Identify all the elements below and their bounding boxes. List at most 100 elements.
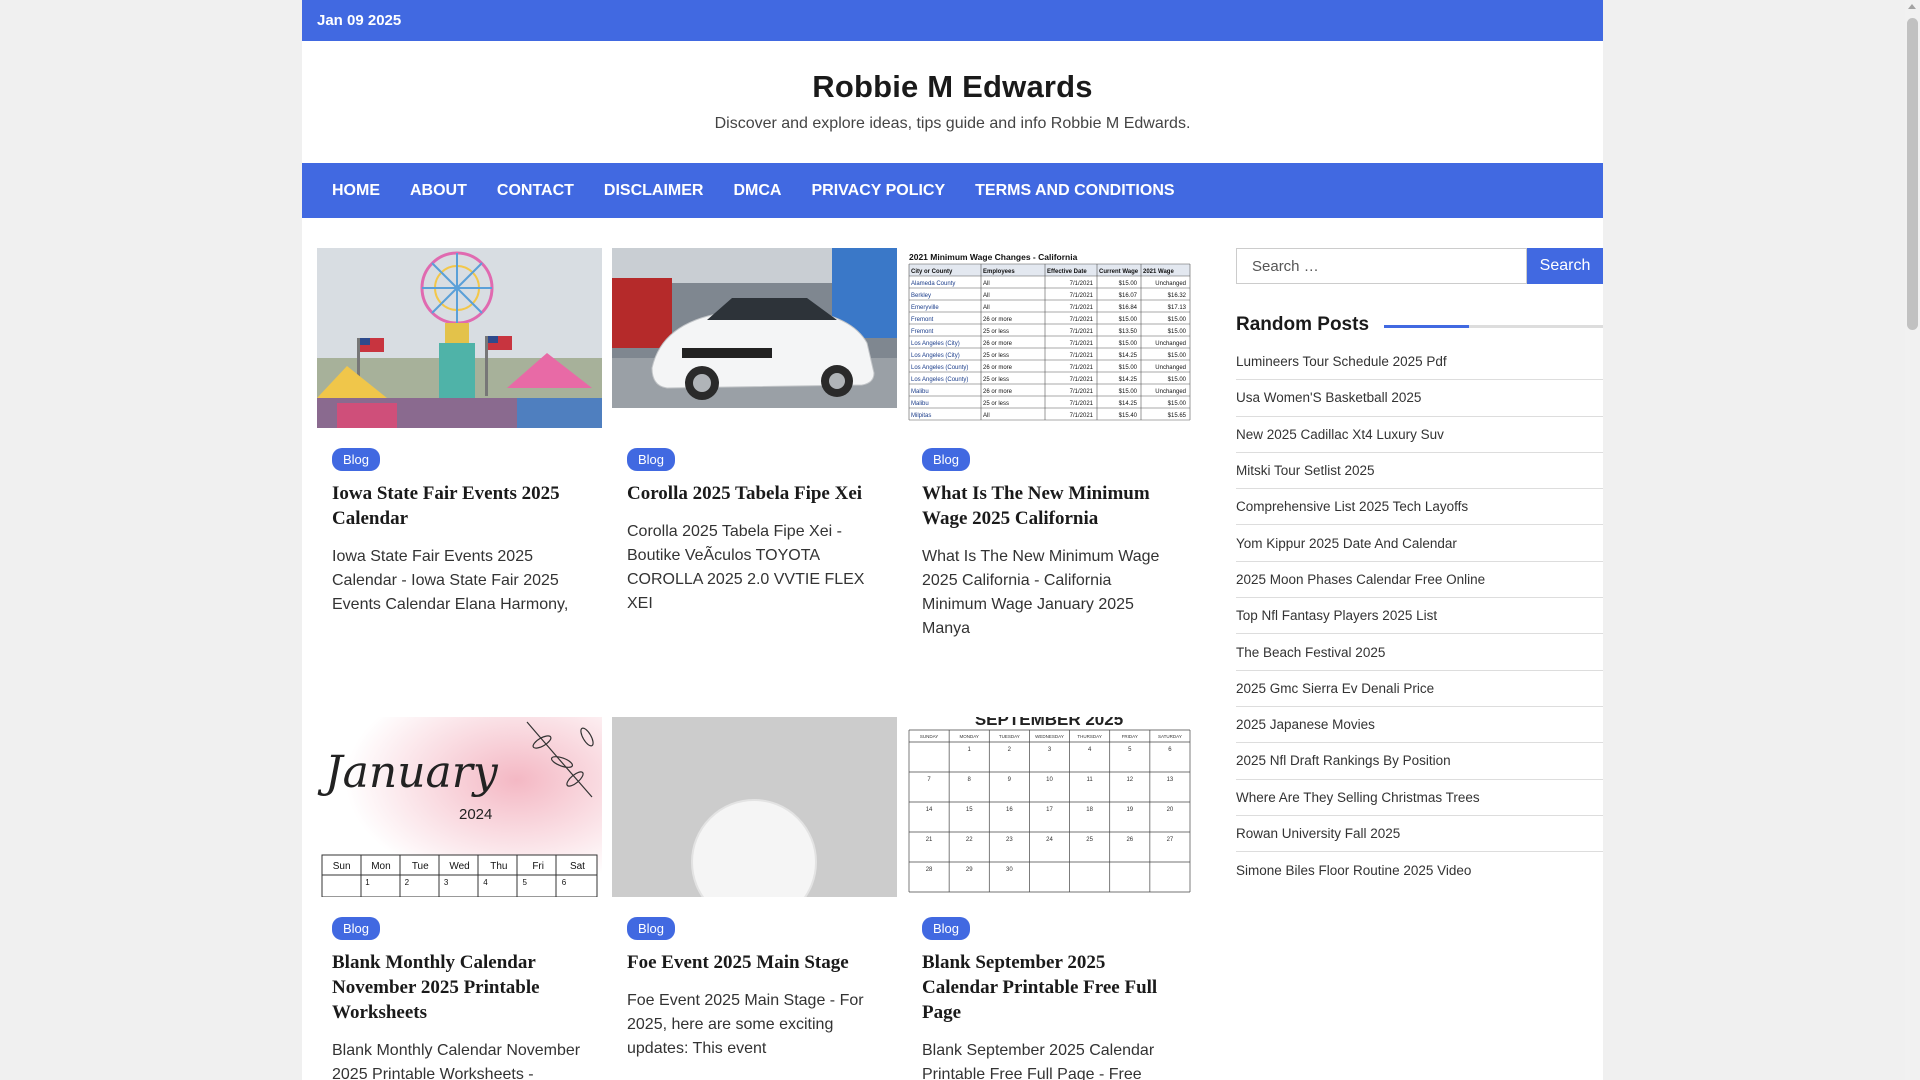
scrollbar-thumb[interactable] xyxy=(1907,18,1918,330)
post-title[interactable]: Blank Monthly Calendar November 2025 Pri… xyxy=(332,950,587,1025)
random-post-link[interactable]: Comprehensive List 2025 Tech Layoffs xyxy=(1236,489,1603,526)
post-thumbnail-placeholder[interactable] xyxy=(612,717,897,897)
post-thumbnail-car[interactable] xyxy=(612,248,897,408)
wage-table-cell: $15.00 xyxy=(1168,353,1187,359)
random-post-link[interactable]: Where Are They Selling Christmas Trees xyxy=(1236,780,1603,816)
nav-contact[interactable]: CONTACT xyxy=(482,182,589,200)
calendar-date: 3 xyxy=(444,878,449,887)
random-post-link[interactable]: Yom Kippur 2025 Date And Calendar xyxy=(1236,525,1603,562)
search-input[interactable] xyxy=(1236,248,1527,284)
post-title[interactable]: Iowa State Fair Events 2025 Calendar xyxy=(332,481,587,531)
wage-table-cell: Emeryville xyxy=(911,305,939,311)
random-post-link[interactable]: 2025 Gmc Sierra Ev Denali Price xyxy=(1236,671,1603,707)
wage-table-cell: Unchanged xyxy=(1155,281,1186,287)
scroll-up-arrow-icon[interactable] xyxy=(1908,4,1916,9)
calendar-weekday: Thu xyxy=(490,861,507,872)
category-badge[interactable]: Blog xyxy=(922,917,971,940)
wage-table-cell: 7/1/2021 xyxy=(1070,281,1094,287)
random-posts-list: Lumineers Tour Schedule 2025 Pdf Usa Wome… xyxy=(1236,344,1603,888)
post-thumbnail-september-calendar[interactable]: SEPTEMBER 2025 SUNDAY MONDAY TUESDAY WEDNES… xyxy=(907,717,1192,897)
wage-table-cell: $15.00 xyxy=(1119,341,1138,347)
wage-table-cell: All xyxy=(983,293,990,299)
calendar-year: 2024 xyxy=(459,806,492,823)
wage-table-cell: 7/1/2021 xyxy=(1070,329,1094,335)
calendar-date: 27 xyxy=(1167,837,1174,843)
search-form: Search xyxy=(1236,248,1603,284)
calendar-date: 24 xyxy=(1046,837,1053,843)
wage-table-cell: $16.07 xyxy=(1119,293,1138,299)
wage-table-cell: Los Angeles (County) xyxy=(911,365,968,371)
category-badge[interactable]: Blog xyxy=(627,917,676,940)
wage-table-cell: $14.25 xyxy=(1119,401,1138,407)
wage-table-cell: $15.00 xyxy=(1168,401,1187,407)
white-car-image xyxy=(612,248,897,408)
wage-table-cell: $16.32 xyxy=(1168,293,1187,299)
calendar-date: 29 xyxy=(966,867,973,873)
post-excerpt: Iowa State Fair Events 2025 Calendar - I… xyxy=(332,548,569,613)
random-post-link[interactable]: 2025 Japanese Movies xyxy=(1236,707,1603,744)
calendar-date: 22 xyxy=(966,837,973,843)
wage-table-cell: Los Angeles (City) xyxy=(911,341,960,347)
post-thumbnail-wage-table[interactable]: 2021 Minimum Wage Changes - California C… xyxy=(907,248,1192,428)
category-badge[interactable]: Blog xyxy=(332,917,381,940)
search-button[interactable]: Search xyxy=(1527,248,1603,284)
calendar-month-title: January xyxy=(317,747,499,798)
post-title[interactable]: What Is The New Minimum Wage 2025 Califo… xyxy=(922,481,1177,531)
wage-table-cell: Alameda County xyxy=(911,281,955,287)
category-badge[interactable]: Blog xyxy=(922,448,971,471)
post-card: SEPTEMBER 2025 SUNDAY MONDAY TUESDAY WEDNES… xyxy=(907,717,1192,1080)
post-thumbnail-fair[interactable] xyxy=(317,248,602,428)
nav-home[interactable]: HOME xyxy=(317,182,395,200)
nav-terms[interactable]: TERMS AND CONDITIONS xyxy=(960,182,1189,200)
post-excerpt: Blank Monthly Calendar November 2025 Pri… xyxy=(332,1042,581,1080)
wage-table-cell: Los Angeles (County) xyxy=(911,377,968,383)
random-post-link[interactable]: Usa Women'S Basketball 2025 xyxy=(1236,380,1603,417)
wage-table-cell: 25 or less xyxy=(983,377,1009,383)
wage-table-header: Effective Date xyxy=(1047,269,1087,275)
calendar-date: 16 xyxy=(1006,807,1013,813)
calendar-date: 13 xyxy=(1167,777,1174,783)
calendar-weekday: TUESDAY xyxy=(999,734,1020,739)
category-badge[interactable]: Blog xyxy=(332,448,381,471)
nav-about[interactable]: ABOUT xyxy=(395,182,482,200)
wage-table-cell: 7/1/2021 xyxy=(1070,317,1094,323)
calendar-weekday: WEDNESDAY xyxy=(1035,734,1064,739)
calendar-date: 10 xyxy=(1046,777,1053,783)
random-post-link[interactable]: Mitski Tour Setlist 2025 xyxy=(1236,453,1603,490)
site-title[interactable]: Robbie M Edwards xyxy=(302,69,1603,105)
september-calendar-heading: SEPTEMBER 2025 xyxy=(975,717,1123,729)
nav-dmca[interactable]: DMCA xyxy=(718,182,796,200)
random-post-link[interactable]: The Beach Festival 2025 xyxy=(1236,634,1603,671)
current-date: Jan 09 2025 xyxy=(317,12,402,29)
wage-table-cell: Unchanged xyxy=(1155,389,1186,395)
wage-table-cell: Fremont xyxy=(911,329,934,335)
calendar-date: 21 xyxy=(926,837,933,843)
random-post-link[interactable]: New 2025 Cadillac Xt4 Luxury Suv xyxy=(1236,417,1603,453)
random-post-link[interactable]: 2025 Moon Phases Calendar Free Online xyxy=(1236,562,1603,599)
wage-table-cell: 7/1/2021 xyxy=(1070,365,1094,371)
post-excerpt: Blank September 2025 Calendar Printable … xyxy=(922,1042,1155,1080)
random-post-link[interactable]: Rowan University Fall 2025 xyxy=(1236,816,1603,853)
wage-table-cell: Malibu xyxy=(911,389,929,395)
post-title[interactable]: Blank September 2025 Calendar Printable … xyxy=(922,950,1177,1025)
page-scrollbar[interactable] xyxy=(1905,0,1920,1080)
post-thumbnail-january-calendar[interactable]: January 2024 Sun Mon Tue Wed Thu Fri Sat 1 2 3 4 5 6 xyxy=(317,717,602,897)
random-post-link[interactable]: Lumineers Tour Schedule 2025 Pdf xyxy=(1236,344,1603,381)
post-card: 2021 Minimum Wage Changes - California C… xyxy=(907,248,1192,641)
wage-table-cell: 7/1/2021 xyxy=(1070,413,1094,419)
random-post-link[interactable]: Simone Biles Floor Routine 2025 Video xyxy=(1236,852,1603,888)
post-title[interactable]: Foe Event 2025 Main Stage xyxy=(627,950,882,975)
fair-ferris-wheel-image xyxy=(317,248,602,428)
random-post-link[interactable]: 2025 Nfl Draft Rankings By Position xyxy=(1236,743,1603,780)
calendar-date: 1 xyxy=(365,878,370,887)
wage-table-cell: $15.00 xyxy=(1119,281,1138,287)
calendar-weekday: Wed xyxy=(449,861,469,872)
nav-privacy-policy[interactable]: PRIVACY POLICY xyxy=(796,182,960,200)
random-post-link[interactable]: Top Nfl Fantasy Players 2025 List xyxy=(1236,598,1603,635)
nav-disclaimer[interactable]: DISCLAIMER xyxy=(589,182,719,200)
wage-table-cell: All xyxy=(983,413,990,419)
post-title[interactable]: Corolla 2025 Tabela Fipe Xei xyxy=(627,481,882,506)
wage-table-cell: $13.50 xyxy=(1119,329,1138,335)
category-badge[interactable]: Blog xyxy=(627,448,676,471)
wage-table-cell: 7/1/2021 xyxy=(1070,377,1094,383)
